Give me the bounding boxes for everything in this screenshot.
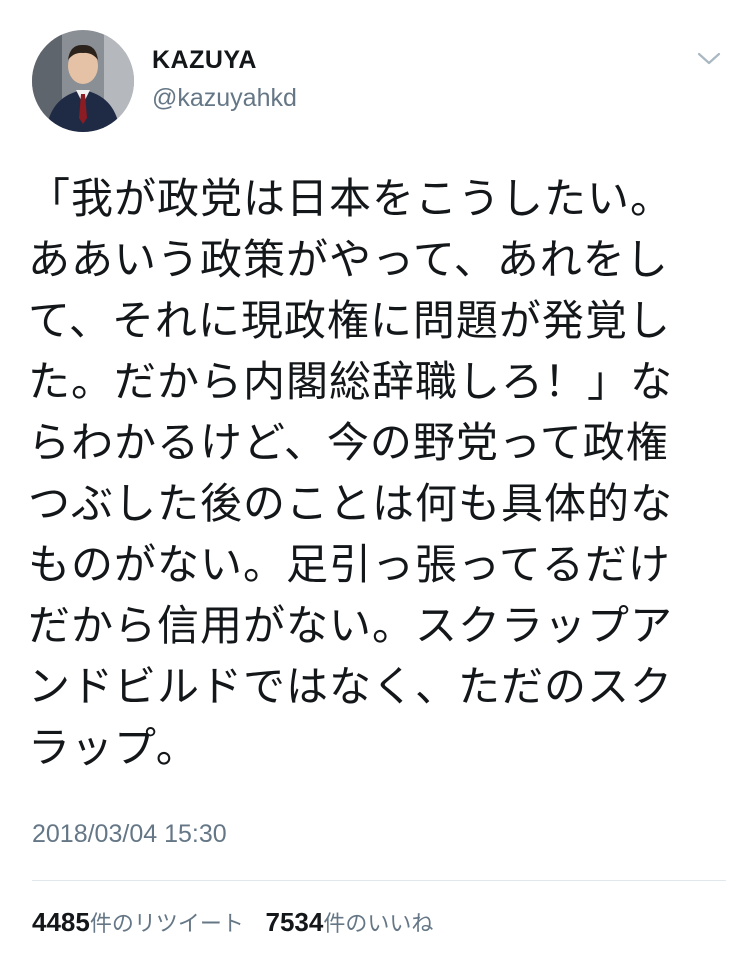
tweet-stats: 4485件のリツイート 7534件のいいね (32, 906, 433, 938)
tweet-timestamp[interactable]: 2018/03/04 15:30 (32, 820, 227, 849)
retweet-stat[interactable]: 4485件のリツイート (32, 906, 244, 938)
like-label: 件のいいね (323, 912, 434, 937)
tweet-card: KAZUYA @kazuyahkd 「我が政党は日本をこうしたい。 ああいう政策… (0, 0, 746, 963)
retweet-count: 4485 (32, 907, 90, 937)
author-handle[interactable]: @kazuyahkd (152, 84, 297, 113)
chevron-down-icon[interactable] (696, 48, 722, 68)
tweet-text: 「我が政党は日本をこうしたい。 ああいう政策がやって、あれをし て、それに現政権… (28, 174, 674, 772)
like-stat[interactable]: 7534件のいいね (266, 906, 434, 938)
divider (32, 880, 726, 881)
author-name[interactable]: KAZUYA (152, 46, 257, 75)
like-count: 7534 (265, 907, 324, 937)
avatar[interactable] (32, 30, 134, 132)
retweet-label: 件のリツイート (89, 912, 244, 937)
avatar-image (32, 30, 134, 132)
